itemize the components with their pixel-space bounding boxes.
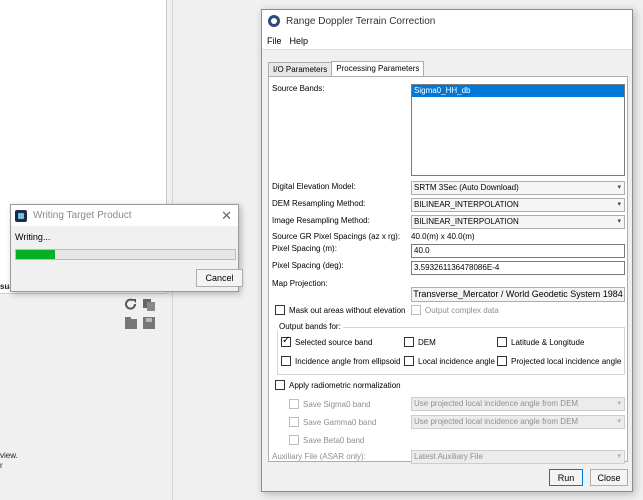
dem-resampling-value: BILINEAR_INTERPOLATION [414,200,519,209]
map-projection-button[interactable]: Transverse_Mercator / World Geodetic Sys… [411,287,625,302]
auxiliary-file-value: Latest Auxiliary File [414,452,483,461]
dialog-titlebar[interactable]: Range Doppler Terrain Correction [262,10,632,32]
pixel-spacings-label: Source GR Pixel Spacings (az x rg): [272,232,401,241]
writing-progress-dialog: Writing Target Product ✕ Writing... Canc… [10,204,243,292]
source-bands-list[interactable]: Sigma0_HH_db [411,84,625,176]
menu-file[interactable]: File [267,36,282,46]
checkbox-box [281,356,291,366]
checkbox-label: Output complex data [425,305,499,315]
output-bands-group-title: Output bands for: [277,322,343,331]
image-resampling-value: BILINEAR_INTERPOLATION [414,217,519,226]
tab-processing-parameters[interactable]: Processing Parameters [331,61,425,77]
output-bands-group [277,327,625,375]
menu-bar: File Help [262,32,632,50]
dem-resampling-select[interactable]: BILINEAR_INTERPOLATION ▾ [411,198,625,212]
sigma0-source-value: Use projected local incidence angle from… [414,399,579,408]
checkbox-box [281,335,291,347]
pixel-spacing-deg-label: Pixel Spacing (deg): [272,261,344,270]
incidence-ellipsoid-checkbox[interactable]: Incidence angle from ellipsoid [281,356,400,366]
output-complex-checkbox[interactable]: Output complex data [411,305,499,315]
checkbox-box [275,305,285,315]
radiometric-normalization-checkbox[interactable]: Apply radiometric normalization [275,380,401,390]
checkbox-box [289,417,299,427]
checkbox-label: Save Gamma0 band [303,417,377,427]
checkbox-box [497,337,507,347]
background-text-fragment: r [0,461,3,470]
checkbox-box [404,337,414,347]
auxiliary-file-select[interactable]: Latest Auxiliary File ▾ [411,450,625,464]
checkbox-label: Apply radiometric normalization [289,380,401,390]
background-toolbar [124,298,160,332]
map-projection-label: Map Projection: [272,279,328,288]
chevron-down-icon: ▾ [617,453,621,460]
progress-bar [15,249,236,260]
checkbox-label: Local incidence angle [418,356,495,366]
gamma0-source-select[interactable]: Use projected local incidence angle from… [411,415,625,429]
close-icon[interactable]: ✕ [221,208,232,224]
save-beta0-checkbox[interactable]: Save Beta0 band [289,435,364,445]
pixel-spacing-m-input[interactable]: 40.0 [411,244,625,258]
chevron-down-icon: ▾ [617,218,621,225]
list-item[interactable]: Sigma0_HH_db [412,85,624,97]
save-sigma0-checkbox[interactable]: Save Sigma0 band [289,399,371,409]
dialog-title: Range Doppler Terrain Correction [286,15,436,27]
progress-message: Writing... [15,232,51,242]
gamma0-source-value: Use projected local incidence angle from… [414,417,579,426]
menu-help[interactable]: Help [290,36,309,46]
checkbox-label: Projected local incidence angle [511,356,622,366]
cancel-button[interactable]: Cancel [196,269,243,287]
tab-io-parameters[interactable]: I/O Parameters [268,62,333,77]
progress-dialog-titlebar[interactable]: Writing Target Product ✕ [11,205,238,226]
progress-dialog-title: Writing Target Product [33,210,132,221]
checkbox-label: Incidence angle from ellipsoid [295,356,401,366]
refresh-icon[interactable] [124,298,138,312]
dem-select-value: SRTM 3Sec (Auto Download) [414,183,519,192]
app-icon [15,209,27,222]
projected-local-incidence-checkbox[interactable]: Projected local incidence angle [497,356,621,366]
folder-icon[interactable] [124,316,138,330]
checkbox-label: Save Beta0 band [303,435,365,445]
auxiliary-file-label: Auxiliary File (ASAR only): [272,452,366,461]
sigma0-source-select[interactable]: Use projected local incidence angle from… [411,397,625,411]
checkbox-box [289,399,299,409]
copy-icon[interactable] [142,298,156,312]
close-button[interactable]: Close [590,469,628,486]
chevron-down-icon: ▾ [617,418,621,425]
pixel-spacings-value: 40.0(m) x 40.0(m) [411,232,475,241]
image-resampling-label: Image Resampling Method: [272,216,370,225]
image-resampling-select[interactable]: BILINEAR_INTERPOLATION ▾ [411,215,625,229]
checkbox-label: Mask out areas without elevation [289,305,406,315]
dem-select[interactable]: SRTM 3Sec (Auto Download) ▾ [411,181,625,195]
dem-resampling-label: DEM Resampling Method: [272,199,366,208]
checkbox-label: Selected source band [295,337,373,347]
source-bands-label: Source Bands: [272,84,325,93]
checkbox-label: Save Sigma0 band [303,399,371,409]
chevron-down-icon: ▾ [617,400,621,407]
checkbox-label: DEM [418,337,436,347]
checkbox-box [497,356,507,366]
checkbox-box [289,435,299,445]
lat-lon-checkbox[interactable]: Latitude & Longitude [497,337,584,347]
pixel-spacing-m-label: Pixel Spacing (m): [272,244,337,253]
run-button[interactable]: Run [549,469,583,486]
save-icon[interactable] [142,316,156,330]
dem-label: Digital Elevation Model: [272,182,356,191]
progress-bar-fill [16,250,56,259]
checkbox-box [411,305,421,315]
checkbox-box [275,380,285,390]
pixel-spacing-deg-input[interactable]: 3.593261136478086E-4 [411,261,625,275]
checkbox-label: Latitude & Longitude [511,337,585,347]
chevron-down-icon: ▾ [617,184,621,191]
app-icon [268,15,280,27]
background-text-fragment: view. [0,451,18,460]
terrain-correction-dialog: Range Doppler Terrain Correction File He… [261,9,633,492]
local-incidence-checkbox[interactable]: Local incidence angle [404,356,495,366]
selected-source-band-checkbox[interactable]: Selected source band [281,335,373,347]
processing-parameters-panel: Source Bands: Sigma0_HH_db Digital Eleva… [268,76,628,464]
checkbox-box [404,356,414,366]
mask-out-areas-checkbox[interactable]: Mask out areas without elevation [275,305,406,315]
dem-output-checkbox[interactable]: DEM [404,337,436,347]
chevron-down-icon: ▾ [617,201,621,208]
save-gamma0-checkbox[interactable]: Save Gamma0 band [289,417,376,427]
